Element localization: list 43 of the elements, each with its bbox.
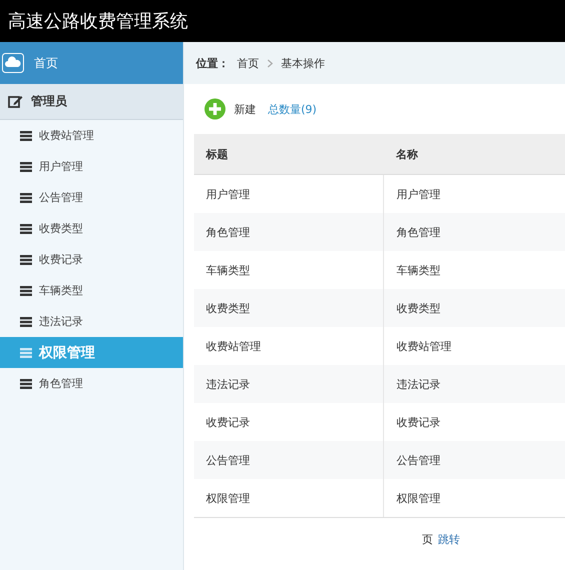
list-icon: [20, 192, 32, 202]
column-header: 名称: [384, 134, 565, 174]
list-icon: [20, 162, 32, 172]
home-nav-item[interactable]: 首页: [0, 42, 183, 84]
breadcrumb-item[interactable]: 首页: [237, 56, 259, 70]
cloud-icon: [2, 53, 24, 73]
list-icon: [20, 286, 32, 296]
chevron-icon: [267, 58, 273, 68]
table-cell: 权限管理: [194, 479, 384, 518]
edit-icon: [8, 94, 23, 108]
table-cell: 收费类型: [384, 289, 565, 327]
new-button[interactable]: 新建: [204, 98, 256, 120]
list-icon: [20, 224, 32, 234]
table-cell: 收费类型: [194, 289, 384, 327]
list-icon: [20, 348, 32, 358]
sidebar-item[interactable]: 收费站管理: [0, 120, 183, 151]
table-cell: 违法记录: [384, 365, 565, 403]
list-icon: [20, 130, 32, 140]
total-count: 总数量(9): [268, 102, 317, 116]
table-cell: 公告管理: [194, 441, 384, 479]
table-cell: 权限管理: [384, 479, 565, 518]
sidebar-item[interactable]: 角色管理: [0, 368, 183, 399]
window-title: 高速公路收费管理系统: [8, 10, 188, 33]
table-cell: 角色管理: [194, 213, 384, 251]
sidebar-item[interactable]: 公告管理: [0, 182, 183, 213]
list-icon: [20, 378, 32, 388]
table-cell: 违法记录: [194, 365, 384, 403]
breadcrumb-label: 位置：: [196, 56, 229, 70]
sidebar-item[interactable]: 违法记录: [0, 306, 183, 337]
sidebar-item[interactable]: 用户管理: [0, 151, 183, 182]
plus-icon: [204, 98, 226, 120]
breadcrumb-item[interactable]: 基本操作: [281, 56, 325, 70]
page-label: 页: [422, 532, 433, 547]
list-icon: [20, 316, 32, 326]
table-cell: 公告管理: [384, 441, 565, 479]
table-cell: 角色管理: [384, 213, 565, 251]
sidebar-item[interactable]: 车辆类型: [0, 275, 183, 306]
sidebar-item[interactable]: 收费记录: [0, 244, 183, 275]
column-header: 标题: [194, 134, 384, 174]
sidebar-group-header[interactable]: 管理员: [0, 84, 183, 120]
list-icon: [20, 254, 32, 264]
jump-link[interactable]: 跳转: [438, 532, 460, 547]
sidebar-item[interactable]: 收费类型: [0, 213, 183, 244]
